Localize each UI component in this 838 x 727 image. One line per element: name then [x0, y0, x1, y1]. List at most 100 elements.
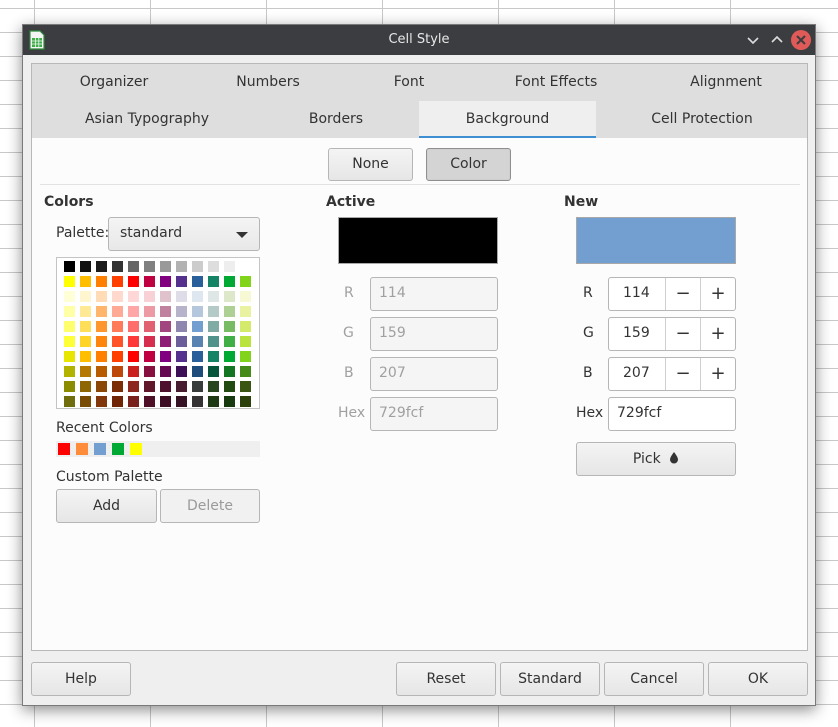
standard-button[interactable]: Standard [500, 662, 600, 696]
new-g-spinbox[interactable]: 159 − + [608, 317, 736, 351]
title-bar[interactable]: Cell Style [23, 25, 815, 55]
palette-swatch[interactable] [208, 396, 219, 407]
palette-swatch[interactable] [80, 321, 91, 332]
palette-swatch[interactable] [192, 381, 203, 392]
palette-swatch[interactable] [208, 276, 219, 287]
palette-swatch[interactable] [240, 306, 251, 317]
tab-borders[interactable]: Borders [286, 101, 386, 139]
palette-swatch[interactable] [128, 381, 139, 392]
new-r-value[interactable]: 114 [623, 285, 650, 301]
palette-swatch[interactable] [128, 351, 139, 362]
palette-swatch[interactable] [240, 366, 251, 377]
palette-swatch[interactable] [208, 291, 219, 302]
palette-swatch[interactable] [64, 381, 75, 392]
recent-color-swatch[interactable] [94, 443, 106, 455]
palette-swatch[interactable] [192, 276, 203, 287]
palette-swatch[interactable] [240, 351, 251, 362]
palette-swatch[interactable] [96, 381, 107, 392]
palette-swatch[interactable] [160, 321, 171, 332]
palette-swatch[interactable] [176, 381, 187, 392]
recent-color-swatch[interactable] [58, 443, 70, 455]
palette-swatch[interactable] [224, 351, 235, 362]
palette-swatch[interactable] [144, 276, 155, 287]
palette-swatch[interactable] [128, 396, 139, 407]
palette-swatch[interactable] [176, 276, 187, 287]
palette-swatch[interactable] [144, 291, 155, 302]
palette-swatch[interactable] [112, 336, 123, 347]
palette-swatch[interactable] [96, 291, 107, 302]
palette-swatch[interactable] [176, 396, 187, 407]
palette-swatch[interactable] [80, 351, 91, 362]
tab-organizer[interactable]: Organizer [62, 64, 166, 102]
palette-swatch[interactable] [64, 366, 75, 377]
palette-swatch[interactable] [128, 321, 139, 332]
palette-swatch[interactable] [64, 261, 75, 272]
palette-swatch[interactable] [128, 276, 139, 287]
recent-color-swatch[interactable] [112, 443, 124, 455]
palette-swatch[interactable] [80, 336, 91, 347]
palette-swatch[interactable] [112, 351, 123, 362]
help-button[interactable]: Help [31, 662, 131, 696]
palette-swatch[interactable] [192, 366, 203, 377]
palette-swatch[interactable] [176, 261, 187, 272]
delete-button[interactable]: Delete [160, 489, 260, 523]
palette-swatch[interactable] [80, 396, 91, 407]
palette-swatch[interactable] [144, 336, 155, 347]
recent-color-swatch[interactable] [76, 443, 88, 455]
palette-swatch[interactable] [208, 381, 219, 392]
palette-swatch[interactable] [144, 396, 155, 407]
color-button[interactable]: Color [426, 148, 511, 181]
palette-swatch[interactable] [224, 336, 235, 347]
palette-swatch[interactable] [80, 261, 91, 272]
palette-swatch[interactable] [208, 321, 219, 332]
palette-swatch[interactable] [160, 396, 171, 407]
palette-swatch[interactable] [208, 336, 219, 347]
palette-swatch[interactable] [240, 321, 251, 332]
palette-swatch[interactable] [96, 276, 107, 287]
palette-swatch[interactable] [64, 396, 75, 407]
palette-swatch[interactable] [96, 351, 107, 362]
b-decrement-button[interactable]: − [665, 358, 700, 390]
close-icon[interactable] [791, 30, 811, 50]
palette-swatch[interactable] [80, 366, 91, 377]
none-button[interactable]: None [328, 148, 413, 181]
tab-font[interactable]: Font [362, 64, 456, 102]
tab-font-effects[interactable]: Font Effects [496, 64, 616, 102]
palette-swatch[interactable] [160, 276, 171, 287]
palette-swatch[interactable] [192, 336, 203, 347]
palette-swatch[interactable] [64, 336, 75, 347]
palette-swatch[interactable] [208, 366, 219, 377]
recent-colors-strip[interactable] [56, 441, 260, 457]
palette-swatch[interactable] [112, 366, 123, 377]
tab-asian-typography[interactable]: Asian Typography [62, 101, 232, 139]
r-increment-button[interactable]: + [700, 278, 735, 310]
palette-swatch[interactable] [192, 351, 203, 362]
palette-swatch[interactable] [208, 306, 219, 317]
palette-swatch[interactable] [176, 321, 187, 332]
palette-swatch[interactable] [80, 276, 91, 287]
palette-swatch[interactable] [112, 306, 123, 317]
b-increment-button[interactable]: + [700, 358, 735, 390]
palette-swatch[interactable] [160, 381, 171, 392]
palette-swatch[interactable] [96, 336, 107, 347]
palette-swatch[interactable] [128, 336, 139, 347]
palette-swatch[interactable] [240, 261, 251, 272]
palette-swatch[interactable] [144, 366, 155, 377]
new-g-value[interactable]: 159 [623, 325, 650, 341]
tab-numbers[interactable]: Numbers [216, 64, 320, 102]
palette-swatch[interactable] [224, 366, 235, 377]
palette-swatch[interactable] [160, 306, 171, 317]
palette-swatch[interactable] [160, 336, 171, 347]
maximize-icon[interactable] [767, 30, 787, 50]
palette-dropdown[interactable]: standard [108, 217, 260, 251]
palette-swatch[interactable] [96, 261, 107, 272]
tab-cell-protection[interactable]: Cell Protection [624, 101, 780, 139]
r-decrement-button[interactable]: − [665, 278, 700, 310]
palette-swatch[interactable] [240, 396, 251, 407]
palette-swatch[interactable] [128, 261, 139, 272]
palette-swatch[interactable] [128, 291, 139, 302]
palette-swatch[interactable] [240, 336, 251, 347]
palette-swatch[interactable] [112, 321, 123, 332]
palette-swatch[interactable] [96, 396, 107, 407]
pick-button[interactable]: Pick [576, 442, 736, 476]
